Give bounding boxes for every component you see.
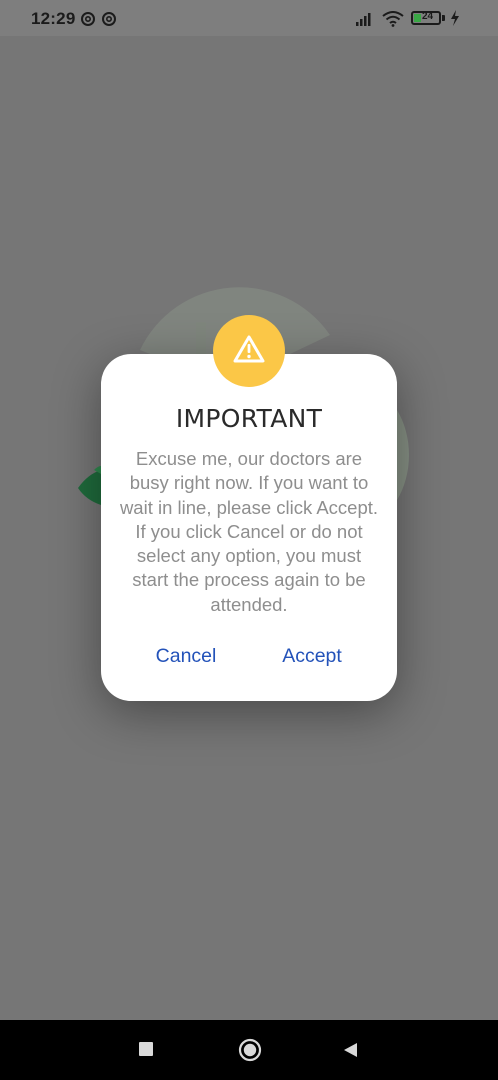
dialog-title: IMPORTANT [175,404,323,433]
recents-square-icon[interactable] [139,1042,153,1056]
dialog-message: Excuse me, our doctors are busy right no… [119,448,379,615]
charging-icon [451,10,459,26]
status-bar: 12:29 24 [0,0,498,36]
signal-icon [356,13,371,26]
at-sign-icon [81,12,95,26]
cancel-button[interactable]: Cancel [146,645,226,673]
at-sign-icon [102,12,116,26]
warning-badge [213,315,285,387]
status-time: 12:29 [31,9,76,28]
accept-button[interactable]: Accept [271,645,353,673]
wifi-icon [382,11,404,27]
warning-icon [233,335,265,363]
home-circle-icon[interactable] [238,1038,262,1062]
back-triangle-icon[interactable] [342,1042,358,1058]
battery-level: 24 [422,11,434,22]
navigation-bar [0,1020,498,1080]
battery-icon: 24 [411,11,441,25]
